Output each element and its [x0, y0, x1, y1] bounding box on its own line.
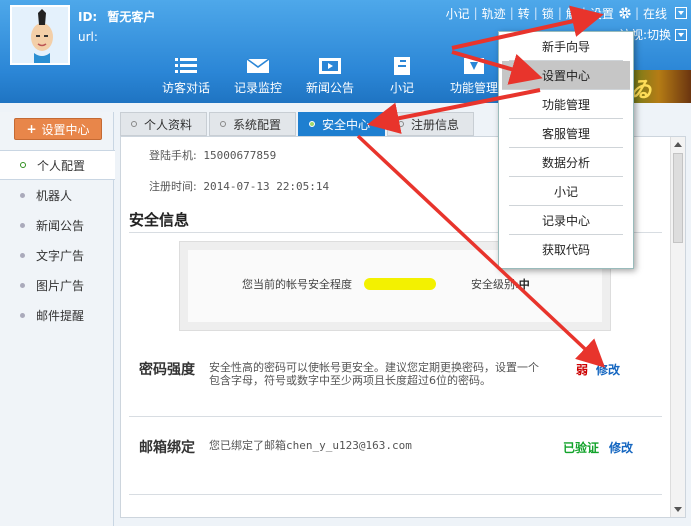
- email-binding-row: 邮箱绑定 您已绑定了邮箱chen_y_u123@163.com 已验证 修改: [129, 437, 662, 467]
- film-icon: [319, 58, 341, 74]
- settings-center-button[interactable]: + 设置中心: [14, 118, 102, 140]
- scroll-thumb[interactable]: [673, 153, 683, 243]
- security-level-text: 您当前的帐号安全程度: [242, 278, 352, 291]
- top-links: 小记 | 轨迹 | 转 | 锁 | 解 | 设置 | 在线: [442, 4, 691, 22]
- sidebar-item-image-ad[interactable]: 图片广告: [0, 270, 114, 300]
- bullet-icon: [20, 282, 25, 288]
- note-icon: [394, 57, 410, 75]
- nav-record-monitor[interactable]: 记录监控: [222, 56, 294, 98]
- menu-item-staff-manage[interactable]: 客服管理: [509, 119, 623, 148]
- settings-tabs: 个人资料 系统配置 安全中心 注册信息: [120, 112, 476, 136]
- top-link-unlock[interactable]: 解: [562, 5, 582, 22]
- bullet-icon: [20, 312, 25, 318]
- password-strength-row: 密码强度 安全性高的密码可以使帐号更安全。建议您定期更换密码，设置一个包含字母，…: [129, 359, 662, 419]
- sidebar-list: 个人配置 机器人 新闻公告 文字广告 图片广告 邮件提醒: [0, 150, 115, 330]
- sidebar-item-robot[interactable]: 机器人: [0, 180, 114, 210]
- tab-dot-icon: [131, 121, 137, 127]
- email-verified-status: 已验证: [563, 441, 600, 455]
- edit-email-link[interactable]: 修改: [609, 439, 633, 456]
- top-link-track[interactable]: 轨迹: [478, 5, 510, 22]
- bullet-icon: [20, 192, 25, 198]
- bound-email: chen_y_u123@163.com: [286, 439, 412, 452]
- divider: [129, 494, 662, 495]
- client-id-label: ID:: [78, 10, 98, 24]
- tab-dot-icon: [309, 121, 316, 127]
- online-status[interactable]: 在线: [639, 5, 671, 22]
- top-link-lock[interactable]: 锁: [538, 5, 558, 22]
- menu-item-record-center[interactable]: 记录中心: [509, 206, 623, 235]
- settings-link[interactable]: 设置: [586, 5, 618, 22]
- scroll-up-icon[interactable]: [672, 138, 684, 152]
- bullet-icon: [20, 222, 25, 228]
- security-level-label: 安全级别:中: [471, 278, 530, 291]
- client-url-label: url:: [78, 30, 98, 44]
- menu-item-note[interactable]: 小记: [509, 177, 623, 206]
- menu-item-beginner-guide[interactable]: 新手向导: [509, 32, 623, 61]
- list-icon: [175, 58, 197, 73]
- register-time: 注册时间: 2014-07-13 22:05:14: [149, 180, 330, 193]
- tab-security-center[interactable]: 安全中心: [298, 112, 386, 136]
- tab-dot-icon: [398, 121, 405, 127]
- content-scrollbar[interactable]: [670, 137, 685, 517]
- section-title: 安全信息: [129, 211, 190, 229]
- bullet-icon: [20, 252, 25, 258]
- bullet-icon: [20, 162, 26, 168]
- email-binding-title: 邮箱绑定: [139, 440, 195, 456]
- password-strength-status: 弱: [576, 363, 589, 377]
- client-id-value: 暂无客户: [107, 10, 156, 24]
- login-phone: 登陆手机: 15000677859: [149, 149, 277, 162]
- nav-news[interactable]: 新闻公告: [294, 56, 366, 98]
- download-icon: [464, 58, 484, 74]
- menu-item-data-analysis[interactable]: 数据分析: [509, 148, 623, 177]
- password-strength-desc: 安全性高的密码可以使帐号更安全。建议您定期更换密码，设置一个包含字母，符号或数字…: [209, 361, 539, 387]
- security-level-bar: [364, 278, 436, 290]
- status-dropdown-icon[interactable]: [675, 7, 687, 19]
- plus-icon: +: [26, 122, 37, 136]
- sidebar: + 设置中心 个人配置 机器人 新闻公告 文字广告 图片广告 邮件提醒: [0, 112, 115, 526]
- edit-password-link[interactable]: 修改: [596, 361, 620, 378]
- gear-icon[interactable]: [618, 6, 632, 20]
- scroll-down-icon[interactable]: [672, 502, 684, 516]
- menu-item-settings-center[interactable]: 设置中心: [502, 61, 630, 90]
- main-nav: 访客对话 记录监控 新闻公告 小记 功能管理: [150, 56, 510, 98]
- nav-note[interactable]: 小记: [366, 56, 438, 98]
- switch-dropdown-icon[interactable]: [675, 28, 687, 41]
- settings-dropdown-menu: 新手向导 设置中心 功能管理 客服管理 数据分析 小记 记录中心 获取代码: [498, 31, 634, 269]
- avatar[interactable]: [10, 5, 70, 65]
- sidebar-item-text-ad[interactable]: 文字广告: [0, 240, 114, 270]
- client-id: ID: 暂无客户: [78, 8, 155, 25]
- top-link-note[interactable]: 小记: [442, 5, 474, 22]
- tab-dot-icon: [220, 121, 227, 127]
- sidebar-item-news[interactable]: 新闻公告: [0, 210, 114, 240]
- nav-visitor-chat[interactable]: 访客对话: [150, 56, 222, 98]
- tab-registration-info[interactable]: 注册信息: [387, 112, 475, 136]
- password-strength-title: 密码强度: [139, 362, 195, 378]
- tab-personal-info[interactable]: 个人资料: [120, 112, 208, 136]
- email-binding-desc: 您已绑定了邮箱chen_y_u123@163.com: [209, 439, 412, 452]
- sidebar-item-email-alert[interactable]: 邮件提醒: [0, 300, 114, 330]
- divider: [129, 416, 662, 417]
- top-link-transfer[interactable]: 转: [514, 5, 534, 22]
- tab-system-config[interactable]: 系统配置: [209, 112, 297, 136]
- menu-item-get-code[interactable]: 获取代码: [509, 235, 623, 264]
- menu-item-function-manage[interactable]: 功能管理: [509, 90, 623, 119]
- sidebar-item-personal-config[interactable]: 个人配置: [0, 150, 115, 180]
- envelope-icon: [246, 58, 270, 73]
